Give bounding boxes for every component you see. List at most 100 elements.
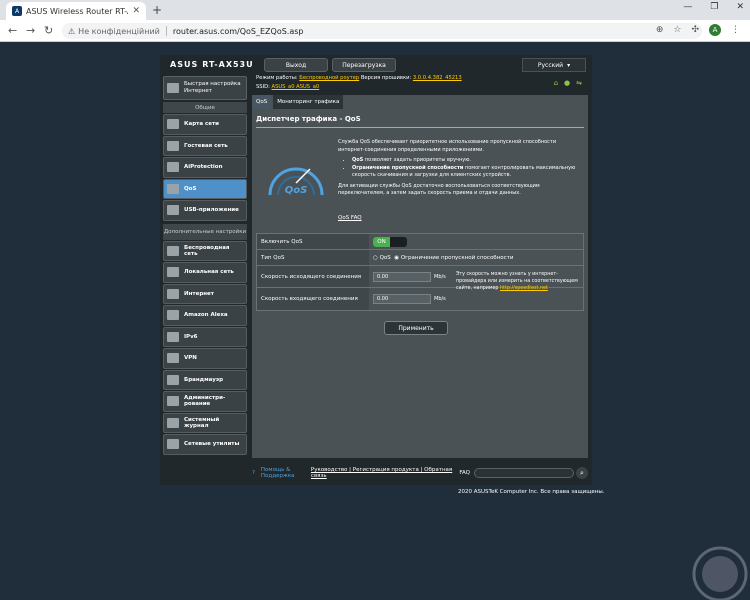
- sidebar-icon: [167, 353, 179, 364]
- new-tab-button[interactable]: +: [152, 3, 162, 17]
- sidebar-item-a-5[interactable]: VPN: [163, 348, 247, 369]
- sidebar-item-label: Сетевые утилиты: [184, 441, 240, 448]
- speedtest-link[interactable]: http://speedtest.net: [500, 286, 548, 291]
- language-value: Русский: [537, 61, 564, 69]
- reboot-button[interactable]: Перезагрузка: [332, 58, 396, 72]
- sidebar-item-a-6[interactable]: Брандмауэр: [163, 369, 247, 390]
- browser-tab[interactable]: A ASUS Wireless Router RT-AX53U ✕: [6, 2, 146, 20]
- quick-setup-label: Быстрая настройка Интернет: [184, 81, 241, 94]
- sidebar-item-label: VPN: [184, 355, 197, 362]
- qos-speedometer-icon: QoS: [268, 167, 324, 196]
- qos-description: Служба QoS обеспечивает приоритетное исп…: [338, 139, 584, 198]
- close-tab-icon[interactable]: ✕: [132, 6, 140, 16]
- sidebar-icon: [167, 417, 179, 428]
- sidebar-item-label: Локальная сеть: [184, 269, 234, 276]
- type-label: Тип QoS: [257, 250, 369, 265]
- sidebar-item-a-0[interactable]: Беспроводная сеть: [163, 240, 247, 261]
- activate-text: Для активации службы QoS достаточно восп…: [338, 182, 540, 197]
- page-title: Диспетчер трафика - QoS: [256, 115, 361, 123]
- sidebar-icon: [167, 439, 179, 450]
- maximize-icon[interactable]: ❐: [710, 2, 718, 12]
- sidebar-item-label: AiProtection: [184, 164, 223, 171]
- bookmark-star-icon[interactable]: ☆: [673, 25, 681, 35]
- help-link[interactable]: Помощь & Поддержка: [261, 467, 311, 479]
- avatar[interactable]: A: [709, 24, 721, 36]
- sidebar-item-a-4[interactable]: IPv6: [163, 326, 247, 347]
- sidebar-item-a-3[interactable]: Amazon Alexa: [163, 305, 247, 326]
- tab-traffic-monitor[interactable]: Мониторинг трафика: [273, 95, 344, 109]
- status-icons: ⌂ ● ⇋: [554, 79, 582, 87]
- bullet2-bold: Ограничение пропускной способности: [352, 164, 464, 171]
- sidebar-item-g-3[interactable]: QoS: [163, 178, 247, 199]
- faq-search-input[interactable]: [474, 468, 574, 478]
- mode-value[interactable]: Беспроводной роутер: [299, 75, 359, 81]
- download-label: Скорость входящего соединения: [257, 288, 369, 310]
- close-window-icon[interactable]: ✕: [736, 2, 744, 12]
- url-separator: [165, 26, 167, 36]
- sidebar-item-label: Amazon Alexa: [184, 312, 228, 319]
- warning-icon[interactable]: ⚠: [68, 27, 75, 36]
- sidebar-icon: [167, 288, 179, 299]
- sidebar-item-a-1[interactable]: Локальная сеть: [163, 262, 247, 283]
- intro-text: Служба QoS обеспечивает приоритетное исп…: [338, 139, 557, 153]
- sidebar-item-a-9[interactable]: Сетевые утилиты: [163, 434, 247, 455]
- tab-title: ASUS Wireless Router RT-AX53U: [26, 6, 128, 16]
- advanced-nav: Беспроводная сеть Локальная сеть Интернет A…: [163, 240, 247, 455]
- logout-button[interactable]: Выход: [264, 58, 328, 72]
- sidebar-item-label: USB-приложение: [184, 207, 239, 214]
- internet-status-icon[interactable]: ●: [564, 79, 570, 87]
- back-icon[interactable]: ←: [8, 24, 17, 37]
- tab-qos[interactable]: QoS: [252, 95, 272, 109]
- asus-favicon-icon: A: [12, 6, 22, 16]
- section-advanced: Дополнительные настройки: [163, 223, 247, 240]
- sidebar-item-a-2[interactable]: Интернет: [163, 283, 247, 304]
- apply-button[interactable]: Применить: [384, 321, 448, 335]
- search-icon[interactable]: ⌕: [576, 467, 588, 479]
- sidebar-item-g-0[interactable]: Карта сети: [163, 114, 247, 135]
- download-speed-input[interactable]: 0.00: [373, 294, 431, 304]
- qos-faq-link[interactable]: QoS FAQ: [338, 215, 362, 221]
- footer-links-text[interactable]: Руководство | Регистрация продукта | Обр…: [311, 467, 452, 479]
- sidebar-item-g-1[interactable]: Гостевая сеть: [163, 135, 247, 156]
- enable-label: Включить QoS: [257, 234, 369, 249]
- enable-value: ON: [369, 234, 583, 249]
- sidebar-item-a-7[interactable]: Администри- рование: [163, 391, 247, 412]
- mode-label: Режим работы:: [256, 75, 298, 81]
- footer-links: Руководство | Регистрация продукта | Обр…: [311, 467, 459, 479]
- menu-icon[interactable]: ⋮: [731, 25, 740, 35]
- url-field[interactable]: ⚠ Не конфіденційний router.asus.com/QoS_…: [62, 23, 702, 39]
- sidebar-item-label: Администри- рование: [184, 395, 226, 408]
- url-text: router.asus.com/QoS_EZQoS.asp: [172, 26, 304, 36]
- sidebar-item-label: Карта сети: [184, 121, 219, 128]
- minimize-icon[interactable]: —: [683, 2, 692, 12]
- radio-bandwidth[interactable]: ◉: [394, 255, 399, 261]
- fw-value[interactable]: 3.0.0.4.382_45213: [413, 75, 462, 81]
- upload-speed-input[interactable]: 0.00: [373, 271, 431, 282]
- general-nav: Карта сети Гостевая сеть AiProtection QoS US…: [163, 114, 247, 221]
- sidebar-icon: [167, 183, 179, 194]
- sidebar-item-g-4[interactable]: USB-приложение: [163, 200, 247, 221]
- wizard-icon: [167, 83, 179, 93]
- bullet1-bold: QoS: [352, 157, 364, 163]
- sidebar-icon: [167, 205, 179, 216]
- extensions-icon[interactable]: ✣: [691, 25, 699, 35]
- zoom-icon[interactable]: ⊕: [656, 25, 664, 35]
- language-select[interactable]: Русский ▾: [522, 58, 586, 72]
- sidebar-icon: [167, 162, 179, 173]
- network-icon[interactable]: ⌂: [554, 79, 558, 87]
- sidebar-item-g-2[interactable]: AiProtection: [163, 157, 247, 178]
- type-row: Тип QoS ○ QoS ◉ Ограничение пропускной с…: [257, 250, 583, 266]
- forward-icon[interactable]: →: [26, 24, 35, 37]
- quick-setup-button[interactable]: Быстрая настройка Интернет: [163, 76, 247, 100]
- sidebar-icon: [167, 245, 179, 256]
- qos-toggle[interactable]: ON: [373, 236, 407, 247]
- ssid-label: SSID:: [256, 84, 270, 90]
- footer-bar: ? Помощь & Поддержка Руководство | Регис…: [252, 463, 588, 483]
- sidebar-item-a-8[interactable]: Системный журнал: [163, 412, 247, 433]
- reload-icon[interactable]: ↻: [44, 24, 53, 37]
- radio-qos[interactable]: ○: [373, 255, 378, 261]
- ssid-values: ASUS_a0 ASUS_a0: [271, 84, 320, 90]
- divider: [256, 127, 584, 128]
- sidebar-item-label: Брандмауэр: [184, 376, 224, 383]
- usb-icon[interactable]: ⇋: [576, 79, 582, 87]
